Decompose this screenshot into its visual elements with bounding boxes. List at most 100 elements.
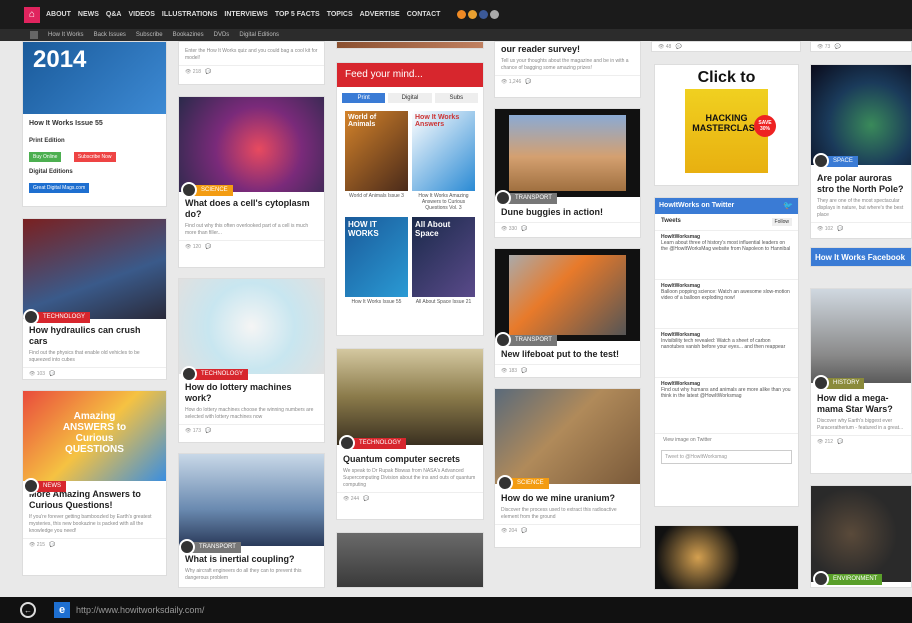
tweet-item[interactable]: HowItWorksmag Learn about three of histo… bbox=[655, 231, 798, 280]
nav-top5facts[interactable]: TOP 5 FACTS bbox=[275, 11, 320, 18]
follow-button[interactable]: Follow bbox=[771, 218, 792, 226]
magazine-item[interactable]: World of Animals World of Animals Issue … bbox=[345, 111, 408, 213]
magazine-item[interactable]: How It Works Answers How It Works Amazin… bbox=[412, 111, 475, 213]
quantum-card[interactable]: TECHNOLOGY Quantum computer secrets We s… bbox=[336, 348, 484, 520]
nav-illustrations[interactable]: ILLUSTRATIONS bbox=[162, 11, 217, 18]
article-title[interactable]: More Amazing Answers to Curious Question… bbox=[23, 489, 166, 511]
issue-cover-image[interactable]: 2014 bbox=[23, 42, 166, 114]
video-thumbnail[interactable] bbox=[336, 532, 484, 588]
mammal-card[interactable]: HISTORY How did a mega-mama Star Wars? D… bbox=[810, 288, 912, 474]
lottery-card[interactable]: TECHNOLOGY How do lottery machines work?… bbox=[178, 278, 325, 443]
top-meta-card-2: 👁 73 💬 bbox=[810, 41, 912, 52]
article-title[interactable]: Quantum computer secrets bbox=[337, 454, 483, 465]
cytoplasm-card[interactable]: SCIENCE What does a cell's cytoplasm do?… bbox=[178, 96, 325, 268]
view-image-link[interactable]: View image on Twitter bbox=[655, 434, 798, 446]
tab-digital[interactable]: Digital bbox=[388, 93, 432, 103]
subnav-bookazines[interactable]: Bookazines bbox=[173, 32, 204, 38]
tweet-item[interactable]: HowItWorksmag Invisibility tech revealed… bbox=[655, 329, 798, 378]
internet-explorer-icon[interactable]: e bbox=[54, 602, 70, 618]
article-summary: Discover the process used to extract thi… bbox=[501, 507, 617, 520]
nav-videos[interactable]: VIDEOS bbox=[128, 11, 154, 18]
environment-card[interactable]: ENVIRONMENT bbox=[810, 485, 912, 588]
article-title[interactable]: What is inertial coupling? bbox=[179, 554, 324, 565]
subnav-digital-editions[interactable]: Digital Editions bbox=[239, 32, 279, 38]
planets-image[interactable] bbox=[654, 525, 799, 590]
article-title[interactable]: How do we mine uranium? bbox=[495, 493, 640, 504]
article-meta: 👁 173 💬 bbox=[179, 424, 324, 437]
article-title[interactable]: What does a cell's cytoplasm do? bbox=[179, 198, 324, 220]
magazine-cover[interactable]: World of Animals bbox=[345, 111, 408, 191]
search-icon[interactable] bbox=[490, 10, 500, 19]
subnav-back-issues[interactable]: Back Issues bbox=[94, 32, 126, 38]
nav-topics[interactable]: TOPICS bbox=[327, 11, 353, 18]
hacking-cover[interactable]: HACKING MASTERCLASS SAVE 30% bbox=[685, 89, 776, 173]
subnav-how-it-works[interactable]: How It Works bbox=[48, 32, 84, 38]
quiz-card[interactable]: Enter the How It Works quiz and you coul… bbox=[178, 41, 325, 85]
coupling-image[interactable] bbox=[179, 454, 324, 546]
article-title[interactable]: our reader survey! bbox=[495, 42, 640, 55]
issue-card: 2014 How It Works Issue 55 Print Edition… bbox=[22, 41, 167, 207]
nav-interviews[interactable]: INTERVIEWS bbox=[224, 11, 267, 18]
uranium-image[interactable] bbox=[495, 389, 640, 484]
magazine-item[interactable]: All About Space All About Space Issue 21 bbox=[412, 217, 475, 307]
magazine-item[interactable]: HOW IT WORKS How It Works Issue 55 bbox=[345, 217, 408, 307]
article-title[interactable]: How did a mega-mama Star Wars? bbox=[811, 393, 911, 415]
magazine-cover[interactable]: HOW IT WORKS bbox=[345, 217, 408, 297]
facebook-widget[interactable]: How It Works Facebook bbox=[810, 247, 912, 267]
nav-news[interactable]: NEWS bbox=[78, 11, 99, 18]
hydraulics-card[interactable]: TECHNOLOGY How hydraulics can crush cars… bbox=[22, 218, 167, 380]
article-title[interactable]: Are polar auroras stro the North Pole? bbox=[811, 173, 911, 195]
hacking-advert[interactable]: Click to HACKING MASTERCLASS SAVE 30% bbox=[654, 64, 799, 186]
quantum-image[interactable] bbox=[337, 349, 483, 445]
dune-card[interactable]: TRANSPORT Dune buggies in action! 👁 330 … bbox=[494, 108, 641, 238]
hydraulics-image[interactable] bbox=[23, 219, 166, 319]
survey-card[interactable]: our reader survey! Tell us your thoughts… bbox=[494, 41, 641, 98]
mammal-image[interactable] bbox=[811, 289, 911, 383]
auroras-card[interactable]: SPACE Are polar auroras stro the North P… bbox=[810, 64, 912, 239]
subnav-dvds[interactable]: DVDs bbox=[214, 32, 230, 38]
buy-online-button[interactable]: Buy Online bbox=[29, 152, 62, 162]
tab-subs[interactable]: Subs bbox=[434, 93, 478, 103]
subnav-home-icon[interactable] bbox=[30, 31, 38, 39]
answers-image[interactable]: Amazing ANSWERS to Curious QUESTIONS bbox=[23, 391, 166, 481]
rss-icon[interactable] bbox=[457, 10, 467, 19]
tweet-item[interactable]: HowItWorksmag Balloon popping science: W… bbox=[655, 280, 798, 329]
subscribe-now-button[interactable]: Subscribe Now bbox=[73, 152, 116, 162]
article-title[interactable]: How hydraulics can crush cars bbox=[23, 325, 166, 347]
uranium-card[interactable]: SCIENCE How do we mine uranium? Discover… bbox=[494, 388, 641, 548]
magazine-cover[interactable]: All About Space bbox=[412, 217, 475, 297]
tweets-label: Tweets bbox=[661, 218, 681, 224]
article-title[interactable]: How do lottery machines work? bbox=[179, 382, 324, 404]
coupling-card[interactable]: TRANSPORT What is inertial coupling? Why… bbox=[178, 453, 325, 588]
nav-qa[interactable]: Q&A bbox=[106, 11, 122, 18]
dune-image[interactable] bbox=[495, 109, 640, 197]
subnav-subscribe[interactable]: Subscribe bbox=[136, 32, 163, 38]
lottery-image[interactable] bbox=[179, 279, 324, 374]
share-icon[interactable] bbox=[468, 10, 478, 19]
home-icon[interactable]: ⌂ bbox=[24, 6, 40, 23]
lifeboat-image[interactable] bbox=[495, 249, 640, 341]
nav-advertise[interactable]: ADVERTISE bbox=[360, 11, 400, 18]
facebook-icon[interactable] bbox=[479, 10, 489, 19]
great-digital-mags-button[interactable]: Great Digital Mags.com bbox=[29, 183, 90, 193]
auroras-image[interactable] bbox=[811, 65, 911, 165]
article-title[interactable]: Dune buggies in action! bbox=[495, 207, 640, 218]
tab-print[interactable]: Print bbox=[342, 93, 386, 103]
twitter-widget-title: HowItWorks on Twitter bbox=[659, 202, 735, 209]
category-tag: SPACE bbox=[833, 158, 853, 164]
gorilla-image[interactable] bbox=[811, 486, 911, 582]
cytoplasm-image[interactable] bbox=[179, 97, 324, 192]
article-summary: If you're forever getting bamboozled by … bbox=[29, 514, 152, 534]
address-bar[interactable]: http://www.howitworksdaily.com/ bbox=[76, 605, 204, 615]
nav-contact[interactable]: CONTACT bbox=[407, 11, 441, 18]
tweet-to-input[interactable]: Tweet to @HowItWorksmag bbox=[661, 450, 792, 464]
tweet-item[interactable]: HowItWorksmag Find out why humans and an… bbox=[655, 378, 798, 434]
nav-about[interactable]: ABOUT bbox=[46, 11, 71, 18]
top-image-strip[interactable] bbox=[336, 41, 484, 49]
article-title[interactable]: New lifeboat put to the test! bbox=[495, 349, 640, 360]
issue-title[interactable]: How It Works Issue 55 bbox=[23, 114, 166, 130]
answers-card[interactable]: Amazing ANSWERS to Curious QUESTIONS NEW… bbox=[22, 390, 167, 576]
back-arrow-icon[interactable]: ← bbox=[20, 602, 36, 618]
lifeboat-card[interactable]: TRANSPORT New lifeboat put to the test! … bbox=[494, 248, 641, 378]
magazine-cover[interactable]: How It Works Answers bbox=[412, 111, 475, 191]
